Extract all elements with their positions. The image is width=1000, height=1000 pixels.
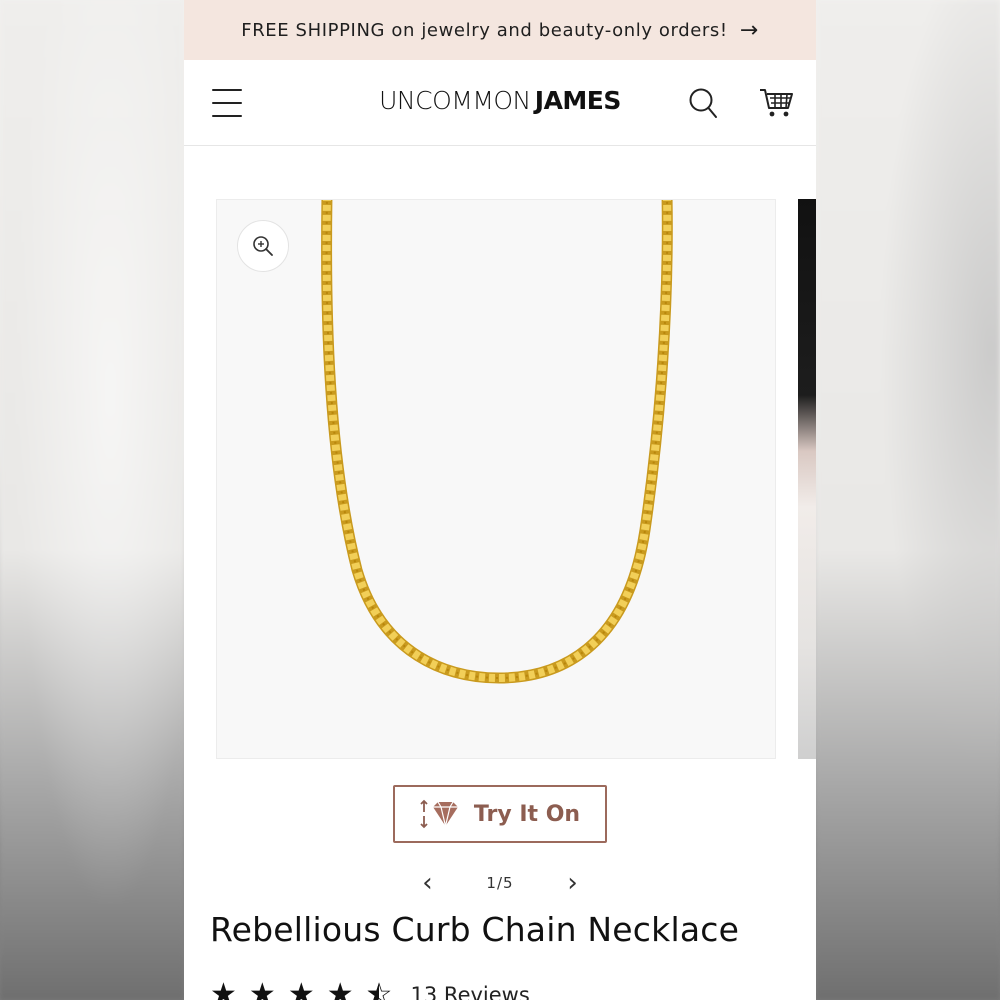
mobile-page: FREE SHIPPING on jewelry and beauty-only… (184, 0, 816, 1000)
star-full-icon: ★ (326, 977, 354, 1000)
arrow-right-icon[interactable]: → (740, 18, 759, 43)
product-image[interactable] (216, 199, 776, 759)
star-full-icon: ★ (210, 977, 237, 1000)
next-image-preview[interactable] (798, 199, 816, 759)
try-it-on-button[interactable]: Try It On (393, 785, 607, 843)
curb-chain-necklace-image (321, 200, 673, 684)
try-it-on-label: Try It On (473, 801, 581, 827)
announcement-text: FREE SHIPPING on jewelry and beauty-only… (241, 19, 728, 41)
star-half-icon: ☆★ (365, 977, 393, 1000)
search-icon[interactable] (688, 87, 718, 119)
brand-logo[interactable]: UNCOMMON JAMES (184, 86, 816, 115)
logo-text-james: JAMES (534, 86, 622, 115)
blurred-background-right (816, 0, 1000, 1000)
rating-stars: ★ ★ ★ ★ ☆★ (210, 980, 393, 1000)
image-pager: ‹ 1/5 › (184, 868, 816, 898)
reviews-count-link[interactable]: 13 Reviews (411, 983, 530, 1000)
page-indicator: 1/5 (486, 874, 514, 892)
site-header: UNCOMMON JAMES (184, 60, 816, 146)
star-full-icon: ★ (287, 977, 315, 1000)
product-title: Rebellious Curb Chain Necklace (210, 910, 740, 949)
announcement-bar[interactable]: FREE SHIPPING on jewelry and beauty-only… (184, 0, 816, 60)
blurred-background-left (0, 0, 184, 1000)
cart-icon[interactable] (758, 84, 794, 120)
logo-text-uncommon: UNCOMMON (379, 86, 531, 115)
zoom-in-icon (253, 236, 273, 256)
star-full-icon: ★ (248, 977, 276, 1000)
product-rating[interactable]: ★ ★ ★ ★ ☆★ 13 Reviews (210, 980, 530, 1000)
try-on-gem-icon (420, 799, 458, 829)
zoom-button[interactable] (237, 220, 289, 272)
chevron-left-icon[interactable]: ‹ (412, 870, 442, 896)
product-gallery: Try It On ‹ 1/5 › (184, 146, 816, 896)
chevron-right-icon[interactable]: › (558, 870, 588, 896)
